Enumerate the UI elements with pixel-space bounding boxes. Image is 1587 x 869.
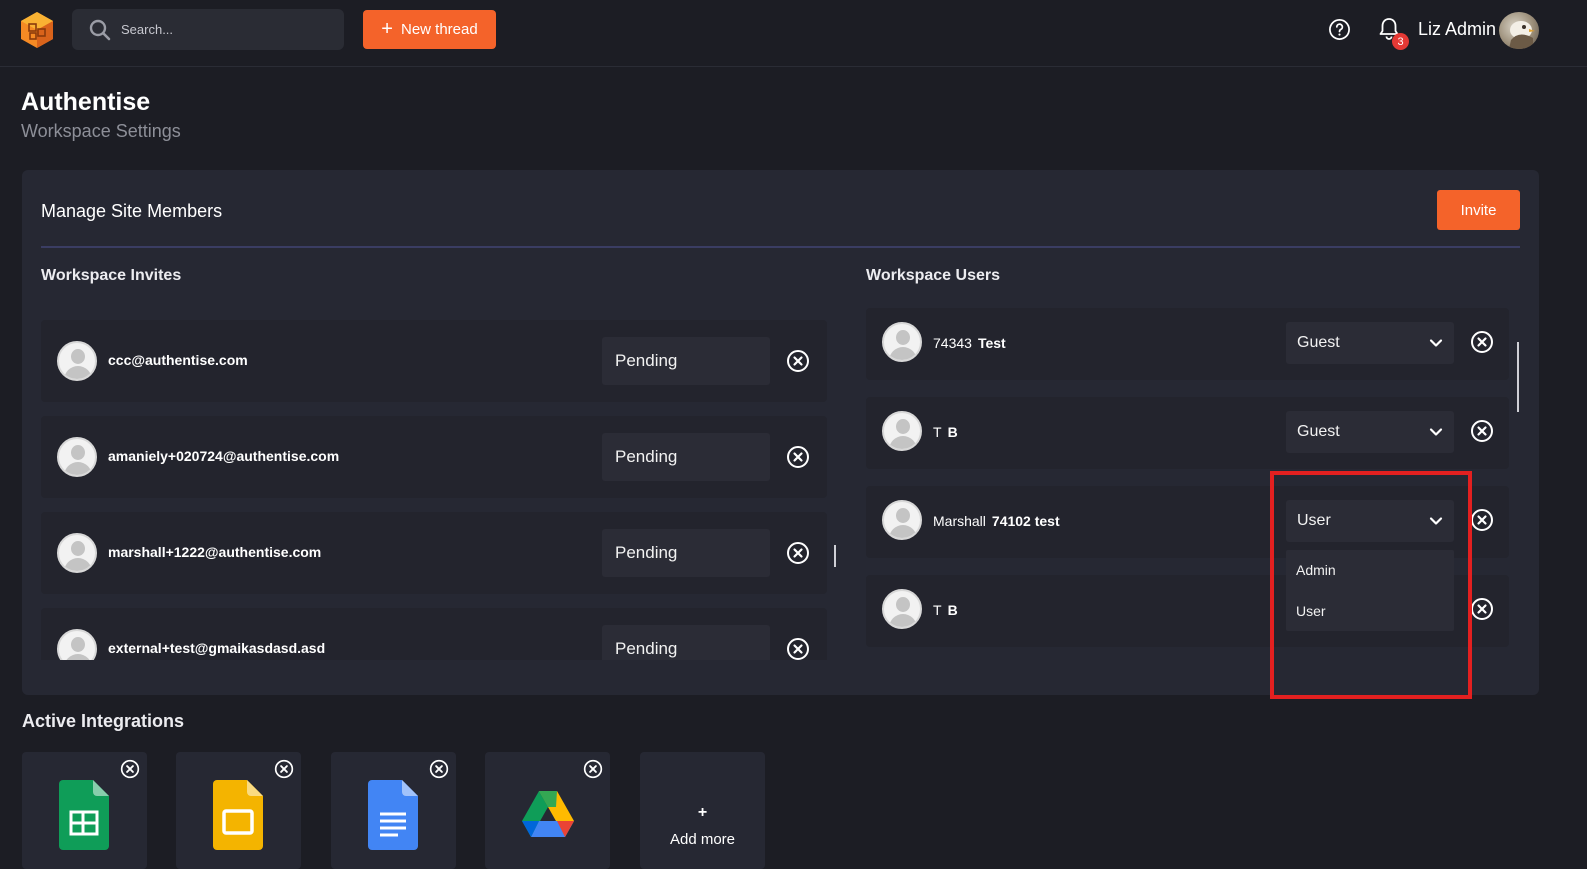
invite-email: amaniely+020724@authentise.com	[108, 448, 340, 464]
user-first-name: T	[933, 424, 942, 440]
search-bar[interactable]	[72, 9, 344, 50]
avatar-photo-icon	[1509, 21, 1535, 49]
avatar	[57, 341, 97, 381]
invite-row: amaniely+020724@authentise.com Pending	[41, 416, 827, 498]
user-row: 74343 Test Guest	[866, 308, 1509, 380]
page-title: Authentise	[21, 88, 151, 116]
avatar	[882, 589, 922, 629]
role-value: Guest	[1297, 423, 1340, 440]
remove-integration-icon[interactable]	[583, 759, 603, 779]
app-logo-icon[interactable]	[20, 11, 54, 49]
avatar	[882, 322, 922, 362]
user-last-name: Test	[977, 335, 1006, 351]
invite-row: external+test@gmaikasdasd.asd Pending	[41, 608, 827, 660]
notifications-button[interactable]: 3	[1378, 17, 1409, 51]
user-name: TB	[933, 602, 958, 618]
user-first-name: 74343	[933, 335, 972, 351]
remove-invite-icon[interactable]	[786, 637, 810, 660]
remove-integration-icon[interactable]	[429, 759, 449, 779]
chevron-down-icon	[1429, 428, 1443, 436]
invite-email: ccc@authentise.com	[108, 352, 248, 368]
avatar	[57, 437, 97, 477]
invite-email: external+test@gmaikasdasd.asd	[108, 640, 326, 656]
integrations-title: Active Integrations	[22, 711, 185, 731]
invite-email: marshall+1222@authentise.com	[108, 544, 322, 560]
role-select[interactable]: Guest	[1286, 322, 1454, 364]
invite-row: ccc@authentise.com Pending	[41, 320, 827, 402]
invites-section-title: Workspace Invites	[41, 267, 182, 284]
user-name[interactable]: Liz Admin	[1418, 19, 1496, 40]
users-scrollbar[interactable]	[1517, 342, 1519, 412]
help-icon[interactable]	[1328, 18, 1351, 41]
search-icon	[89, 19, 111, 40]
role-select[interactable]: Guest	[1286, 411, 1454, 453]
page-subtitle: Workspace Settings	[21, 121, 181, 141]
plus-icon: +	[697, 804, 708, 821]
google-sheets-icon	[59, 780, 109, 850]
new-thread-label: New thread	[400, 21, 478, 38]
user-last-name: B	[947, 424, 958, 440]
remove-user-icon[interactable]	[1470, 419, 1494, 443]
plus-icon: +	[381, 17, 393, 40]
invite-status: Pending	[602, 625, 770, 660]
highlight-box	[1270, 471, 1472, 699]
invites-list[interactable]: ccc@authentise.com Pending amaniely+0207…	[41, 320, 827, 660]
role-value: Guest	[1297, 334, 1340, 351]
user-avatar[interactable]	[1499, 12, 1539, 49]
user-name: 74343 Test	[933, 335, 1006, 351]
remove-invite-icon[interactable]	[786, 349, 810, 373]
remove-user-icon[interactable]	[1470, 508, 1494, 532]
user-last-name: B	[947, 602, 958, 618]
user-last-name: 74102 test	[991, 513, 1060, 529]
integration-card-drive[interactable]	[485, 752, 610, 869]
search-input[interactable]	[121, 22, 321, 37]
invites-scrollbar[interactable]	[834, 545, 836, 567]
user-first-name: T	[933, 602, 942, 618]
user-name: TB	[933, 424, 958, 440]
integration-card-docs[interactable]	[331, 752, 456, 869]
invite-row: marshall+1222@authentise.com Pending	[41, 512, 827, 594]
avatar	[57, 629, 97, 660]
avatar	[882, 411, 922, 451]
user-row: TB Guest	[866, 397, 1509, 469]
remove-invite-icon[interactable]	[786, 541, 810, 565]
remove-integration-icon[interactable]	[274, 759, 294, 779]
add-more-label: Add more	[669, 831, 736, 848]
remove-invite-icon[interactable]	[786, 445, 810, 469]
remove-integration-icon[interactable]	[120, 759, 140, 779]
google-slides-icon	[213, 780, 263, 850]
google-drive-icon	[522, 791, 574, 837]
user-name: Marshall 74102 test	[933, 513, 1060, 529]
add-integration-button[interactable]: + Add more	[640, 752, 765, 869]
avatar	[882, 500, 922, 540]
top-bar: + New thread 3 Liz Admin	[0, 0, 1587, 67]
integration-card-sheets[interactable]	[22, 752, 147, 869]
invite-status: Pending	[602, 529, 770, 577]
invite-status: Pending	[602, 433, 770, 481]
remove-user-icon[interactable]	[1470, 597, 1494, 621]
chevron-down-icon	[1429, 339, 1443, 347]
panel-title: Manage Site Members	[41, 201, 223, 221]
integration-card-slides[interactable]	[176, 752, 301, 869]
divider	[41, 246, 1520, 248]
remove-user-icon[interactable]	[1470, 330, 1494, 354]
user-first-name: Marshall	[933, 513, 986, 529]
invite-button[interactable]: Invite	[1437, 190, 1520, 230]
users-section-title: Workspace Users	[866, 267, 1000, 284]
new-thread-button[interactable]: + New thread	[363, 10, 496, 49]
avatar	[57, 533, 97, 573]
notification-badge: 3	[1392, 33, 1409, 50]
google-docs-icon	[368, 780, 418, 850]
invite-status: Pending	[602, 337, 770, 385]
